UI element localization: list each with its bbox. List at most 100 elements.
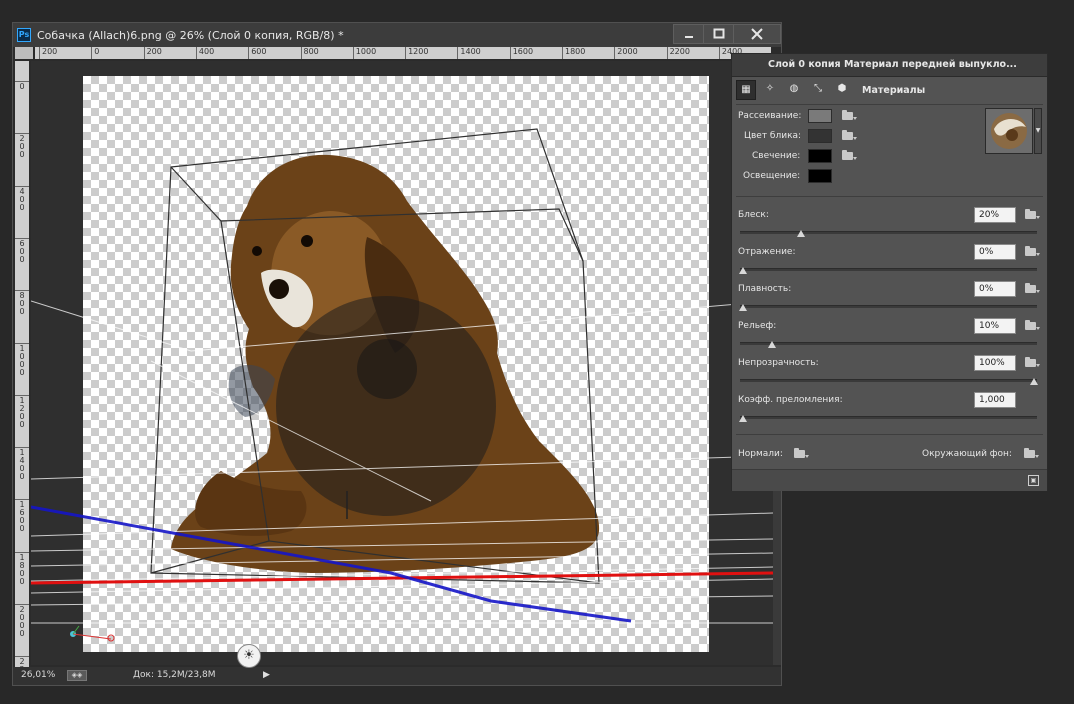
ruler-v-label: 1800 — [19, 552, 25, 586]
opacity-value-input[interactable]: 100% — [974, 355, 1016, 371]
ruler-h-label: 200 — [146, 47, 162, 56]
materials-tab-icon[interactable]: ⬢ — [832, 80, 852, 100]
ruler-h-label: 1400 — [460, 47, 481, 56]
panel-separator — [736, 434, 1043, 435]
ruler-v-label: 1000 — [19, 343, 25, 377]
shine-texture-folder-icon[interactable] — [1025, 209, 1040, 220]
minimize-button[interactable] — [673, 24, 705, 44]
axis-gizmo-icon[interactable] — [70, 625, 115, 642]
bump-slider-thumb[interactable] — [768, 341, 777, 348]
ruler-v-label: 400 — [19, 186, 25, 212]
normals-label: Нормали: — [738, 449, 783, 459]
environment-folder-icon[interactable] — [1024, 448, 1039, 459]
environment-label: Окружающий фон: — [922, 449, 1012, 459]
diffuse-texture-folder-icon[interactable] — [842, 110, 857, 121]
roughness-slider-track[interactable] — [740, 305, 1037, 308]
ruler-h-tick — [614, 47, 616, 59]
ruler-corner[interactable] — [15, 47, 33, 59]
ruler-v-label: 1200 — [19, 395, 25, 429]
photoshop-logo-icon: Ps — [17, 28, 31, 42]
3d-light-widget[interactable] — [357, 339, 417, 399]
3d-scene[interactable] — [31, 61, 773, 665]
ruler-h-label: 600 — [251, 47, 267, 56]
shine-label: Блеск: — [738, 210, 769, 220]
roughness-value-input[interactable]: 0% — [974, 281, 1016, 297]
opacity-slider-thumb[interactable] — [1030, 378, 1038, 385]
canvas-area[interactable] — [31, 61, 773, 665]
ruler-h-tick — [718, 47, 720, 59]
properties-panel-header[interactable]: Слой 0 копия Материал передней выпукло..… — [732, 54, 1047, 77]
properties-panel: Слой 0 копия Материал передней выпукло..… — [731, 53, 1048, 491]
ruler-v-label: 600 — [19, 238, 25, 264]
refraction-slider-track[interactable] — [740, 416, 1037, 419]
close-icon — [751, 28, 763, 40]
zoom-level[interactable]: 26,01% — [21, 670, 55, 680]
illumination-label: Свечение: — [752, 151, 801, 161]
scene-light-icon[interactable]: ☀ — [237, 644, 261, 668]
reflection-value-input[interactable]: 0% — [974, 244, 1016, 260]
opacity-slider-track[interactable] — [740, 379, 1037, 382]
maximize-button[interactable] — [703, 24, 735, 44]
diffuse-color-swatch[interactable] — [808, 109, 832, 123]
panel-separator — [736, 196, 1043, 197]
close-button[interactable] — [733, 24, 781, 44]
shine-slider-thumb[interactable] — [797, 230, 806, 237]
status-menu-arrow-icon[interactable]: ▶ — [263, 670, 270, 680]
normals-folder-icon[interactable] — [794, 448, 809, 459]
material-sphere-icon — [986, 109, 1032, 153]
ruler-h-label: 2000 — [617, 47, 638, 56]
reflection-label: Отражение: — [738, 247, 796, 257]
horizontal-ruler[interactable]: 200 0 200 400 600 800 1000 1200 1400 1600 1800 2000… — [35, 47, 771, 59]
shine-slider-track[interactable] — [740, 231, 1037, 234]
vertical-ruler[interactable]: 0200400600800100012001400160018002000220… — [15, 61, 29, 669]
specular-color-swatch[interactable] — [808, 129, 832, 143]
reflection-texture-folder-icon[interactable] — [1025, 246, 1040, 257]
panel-separator — [736, 104, 1043, 105]
shine-value-input[interactable]: 20% — [974, 207, 1016, 223]
document-size-info[interactable]: Док: 15,2M/23,8M — [133, 670, 216, 680]
ruler-h-tick — [562, 47, 563, 59]
diffuse-label: Рассеивание: — [738, 111, 802, 121]
panel-render-icon[interactable]: ▣ — [1028, 475, 1039, 486]
ruler-v-tick — [15, 81, 29, 82]
illumination-texture-folder-icon[interactable] — [842, 150, 857, 161]
bump-value-input[interactable]: 10% — [974, 318, 1016, 334]
coordinates-tab-icon[interactable]: ⤡ — [808, 80, 828, 100]
material-picker-dropdown-icon[interactable]: ▼ — [1034, 108, 1042, 154]
status-bar: 26,01% ◈◈ Док: 15,2M/23,8M ▶ — [13, 667, 781, 685]
ruler-h-tick — [457, 47, 459, 59]
specular-texture-folder-icon[interactable] — [842, 130, 857, 141]
material-preview-thumbnail[interactable] — [985, 108, 1033, 154]
3d-rotate-widget[interactable] — [276, 296, 496, 516]
document-titlebar[interactable]: Ps Собачка (Allach)6.png @ 26% (Слой 0 к… — [13, 23, 781, 47]
illumination-color-swatch[interactable] — [808, 149, 832, 163]
deform-tab-icon[interactable]: ✧ — [760, 80, 780, 100]
opacity-texture-folder-icon[interactable] — [1025, 357, 1040, 368]
ruler-v-tick — [15, 290, 29, 292]
roughness-texture-folder-icon[interactable] — [1025, 283, 1040, 294]
ruler-h-tick — [509, 47, 511, 59]
cap-tab-icon[interactable]: ◍ — [784, 80, 804, 100]
document-title: Собачка (Allach)6.png @ 26% (Слой 0 копи… — [37, 29, 344, 42]
bump-texture-folder-icon[interactable] — [1025, 320, 1040, 331]
ruler-v-tick — [15, 342, 29, 344]
bump-slider-track[interactable] — [740, 342, 1037, 345]
reflection-slider-thumb[interactable] — [739, 267, 747, 274]
ruler-h-tick — [91, 47, 93, 59]
minimize-icon — [685, 36, 693, 38]
ambient-label: Освещение: — [743, 171, 801, 181]
refraction-slider-thumb[interactable] — [739, 415, 747, 422]
ruler-h-label: 1800 — [565, 47, 586, 56]
ruler-h-label: 0 — [94, 47, 100, 56]
refraction-value-input[interactable]: 1,000 — [974, 392, 1016, 408]
ambient-color-swatch[interactable] — [808, 169, 832, 183]
roughness-label: Плавность: — [738, 284, 792, 294]
panel-footer: ▣ — [732, 469, 1047, 491]
roughness-slider-thumb[interactable] — [739, 304, 747, 311]
mesh-tab-icon[interactable]: ▦ — [736, 80, 756, 100]
document-window: Ps Собачка (Allach)6.png @ 26% (Слой 0 к… — [12, 22, 782, 686]
reflection-slider-track[interactable] — [740, 268, 1037, 271]
ruler-h-label: 400 — [198, 47, 215, 56]
ruler-v-tick — [15, 133, 29, 135]
navigator-icon[interactable]: ◈◈ — [67, 670, 87, 681]
